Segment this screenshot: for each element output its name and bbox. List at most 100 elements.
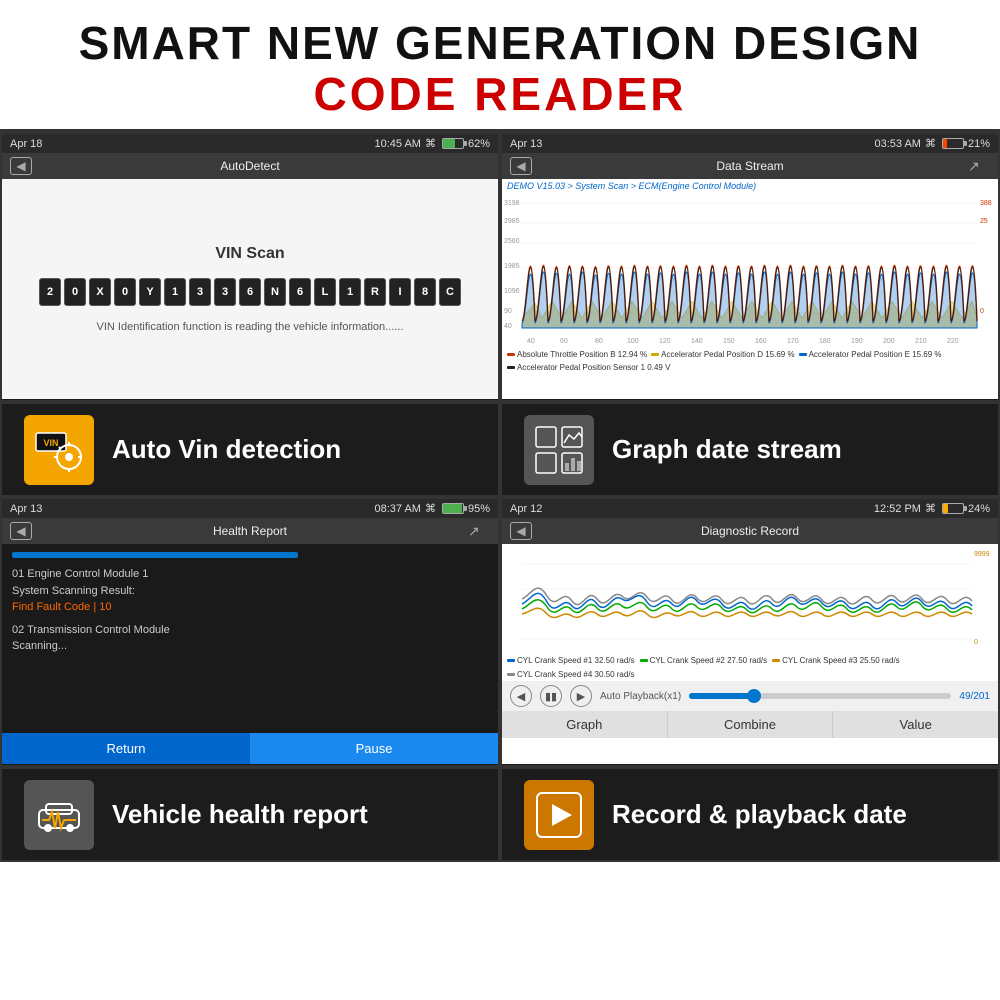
header: SMART NEW GENERATION DESIGN CODE READER — [0, 0, 1000, 129]
tab-graph[interactable]: Graph — [502, 711, 668, 738]
feature-record-banner: Record & playback date — [500, 767, 1000, 862]
svg-text:220: 220 — [947, 338, 959, 345]
health-top-bar: ◀ Health Report ↗ — [2, 518, 498, 544]
vin-battery-pct: 62% — [468, 138, 490, 150]
health-status-bar: Apr 13 08:37 AM ⌘ 95% — [2, 499, 498, 518]
vin-char: 0 — [114, 278, 136, 306]
graph-feature-icon-box — [524, 415, 594, 485]
ds-legend: Absolute Throttle Position B 12.94 %Acce… — [502, 348, 998, 374]
ds-graph-area: 3198 2985 2560 1985 1096 90 40 388 25 0 — [502, 193, 998, 348]
svg-text:200: 200 — [883, 338, 895, 345]
diag-legend: CYL Crank Speed #1 32.50 rad/s CYL Crank … — [502, 654, 998, 681]
svg-text:170: 170 — [787, 338, 799, 345]
diag-tab-bar: GraphCombineValue — [502, 711, 998, 738]
vin-char: X — [89, 278, 111, 306]
svg-text:40: 40 — [504, 323, 512, 330]
vin-back-btn[interactable]: ◀ — [10, 157, 32, 175]
vin-char: 6 — [239, 278, 261, 306]
diag-top-bar: ◀ Diagnostic Record — [502, 518, 998, 544]
legend-item: CYL Crank Speed #2 27.50 rad/s — [640, 656, 768, 665]
diag-playback-label: Auto Playback(x1) — [600, 691, 681, 702]
vin-status-time: 10:45 AM — [374, 138, 420, 150]
svg-text:388: 388 — [980, 200, 992, 207]
ds-status-date: Apr 13 — [510, 138, 542, 150]
health-back-btn[interactable]: ◀ — [10, 522, 32, 540]
svg-text:210: 210 — [915, 338, 927, 345]
diag-battery-icon — [942, 503, 964, 514]
legend-item: CYL Crank Speed #3 25.50 rad/s — [772, 656, 900, 665]
health-screen-title: Health Report — [213, 524, 287, 538]
health-entry-1: 01 Engine Control Module 1 System Scanni… — [12, 566, 488, 616]
vin-screen-title: AutoDetect — [220, 159, 279, 173]
diag-status-date: Apr 12 — [510, 503, 542, 515]
diag-counter: 49/201 — [959, 691, 990, 702]
svg-text:80: 80 — [595, 338, 603, 345]
svg-text:100: 100 — [627, 338, 639, 345]
vin-char: N — [264, 278, 286, 306]
legend-item: Accelerator Pedal Position E 15.69 % — [799, 350, 942, 359]
svg-text:140: 140 — [691, 338, 703, 345]
health-status-date: Apr 13 — [10, 503, 42, 515]
svg-text:150: 150 — [723, 338, 735, 345]
health-screen-panel: Apr 13 08:37 AM ⌘ 95% ◀ Health Report ↗ … — [0, 497, 500, 767]
vin-scan-title: VIN Scan — [215, 245, 284, 263]
tab-combine[interactable]: Combine — [668, 711, 834, 738]
svg-text:0: 0 — [974, 639, 978, 646]
svg-text:2985: 2985 — [504, 218, 520, 225]
legend-item: CYL Crank Speed #1 32.50 rad/s — [507, 656, 635, 665]
diag-controls: ◀ ▮▮ ▶ Auto Playback(x1) 49/201 — [502, 681, 998, 711]
svg-text:1985: 1985 — [504, 263, 520, 270]
feature-graph-banner: Graph date stream — [500, 402, 1000, 497]
diag-screen-title: Diagnostic Record — [701, 524, 799, 538]
health-feature-icon-box — [24, 780, 94, 850]
vin-top-bar: ◀ AutoDetect — [2, 153, 498, 179]
vin-status-date: Apr 18 — [10, 138, 42, 150]
vin-wifi-icon: ⌘ — [425, 137, 436, 150]
vin-content: VIN Scan 20X0Y1336N6L1RI8C VIN Identific… — [2, 179, 498, 399]
ds-top-bar: ◀ Data Stream ↗ — [502, 153, 998, 179]
health-entry-2: 02 Transmission Control Module Scanning.… — [12, 622, 488, 655]
feature-health-text: Vehicle health report — [112, 799, 368, 830]
vin-screen-panel: Apr 18 10:45 AM ⌘ 62% ◀ AutoDetect VIN S… — [0, 132, 500, 402]
feature-vin-banner: VIN Auto Vin detection — [0, 402, 500, 497]
legend-item: Accelerator Pedal Position D 15.69 % — [651, 350, 794, 359]
ds-back-btn[interactable]: ◀ — [510, 157, 532, 175]
health-return-btn[interactable]: Return — [2, 733, 250, 764]
vin-description: VIN Identification function is reading t… — [77, 321, 424, 333]
diag-wifi-icon: ⌘ — [925, 502, 936, 515]
ds-content: DEMO V15.03 > System Scan > ECM(Engine C… — [502, 179, 998, 399]
svg-text:25: 25 — [980, 218, 988, 225]
vin-status-bar: Apr 18 10:45 AM ⌘ 62% — [2, 134, 498, 153]
vin-char: L — [314, 278, 336, 306]
datastream-screen-panel: Apr 13 03:53 AM ⌘ 21% ◀ Data Stream ↗ DE… — [500, 132, 1000, 402]
svg-text:VIN: VIN — [43, 438, 58, 448]
main-grid: Apr 18 10:45 AM ⌘ 62% ◀ AutoDetect VIN S… — [0, 129, 1000, 862]
health-module-2: 02 Transmission Control Module — [12, 622, 488, 639]
vin-battery-icon — [442, 138, 464, 149]
diag-progress-bar[interactable] — [689, 693, 951, 699]
ds-screen-title: Data Stream — [716, 159, 783, 173]
health-content: 01 Engine Control Module 1 System Scanni… — [2, 544, 498, 764]
tab-value[interactable]: Value — [833, 711, 998, 738]
ds-path: DEMO V15.03 > System Scan > ECM(Engine C… — [502, 179, 998, 193]
vin-char: 0 — [64, 278, 86, 306]
health-progress-bar — [12, 552, 298, 558]
svg-text:9999: 9999 — [974, 551, 990, 558]
diag-prev-btn[interactable]: ◀ — [510, 685, 532, 707]
health-result-1: System Scanning Result: — [12, 583, 488, 600]
diag-status-time: 12:52 PM — [874, 503, 921, 515]
health-fault-1: Find Fault Code | 10 — [12, 599, 488, 616]
health-module-1: 01 Engine Control Module 1 — [12, 566, 488, 583]
health-status-time: 08:37 AM — [374, 503, 420, 515]
diag-back-btn[interactable]: ◀ — [510, 522, 532, 540]
diag-next-btn[interactable]: ▶ — [570, 685, 592, 707]
svg-text:90: 90 — [504, 308, 512, 315]
health-pause-btn[interactable]: Pause — [250, 733, 498, 764]
diag-screen-panel: Apr 12 12:52 PM ⌘ 24% ◀ Diagnostic Recor… — [500, 497, 1000, 767]
vin-char: 6 — [289, 278, 311, 306]
svg-text:3198: 3198 — [504, 200, 520, 207]
vin-display: 20X0Y1336N6L1RI8C — [39, 278, 461, 306]
health-battery-pct: 95% — [468, 503, 490, 515]
svg-text:0: 0 — [980, 308, 984, 315]
diag-pause-btn[interactable]: ▮▮ — [540, 685, 562, 707]
